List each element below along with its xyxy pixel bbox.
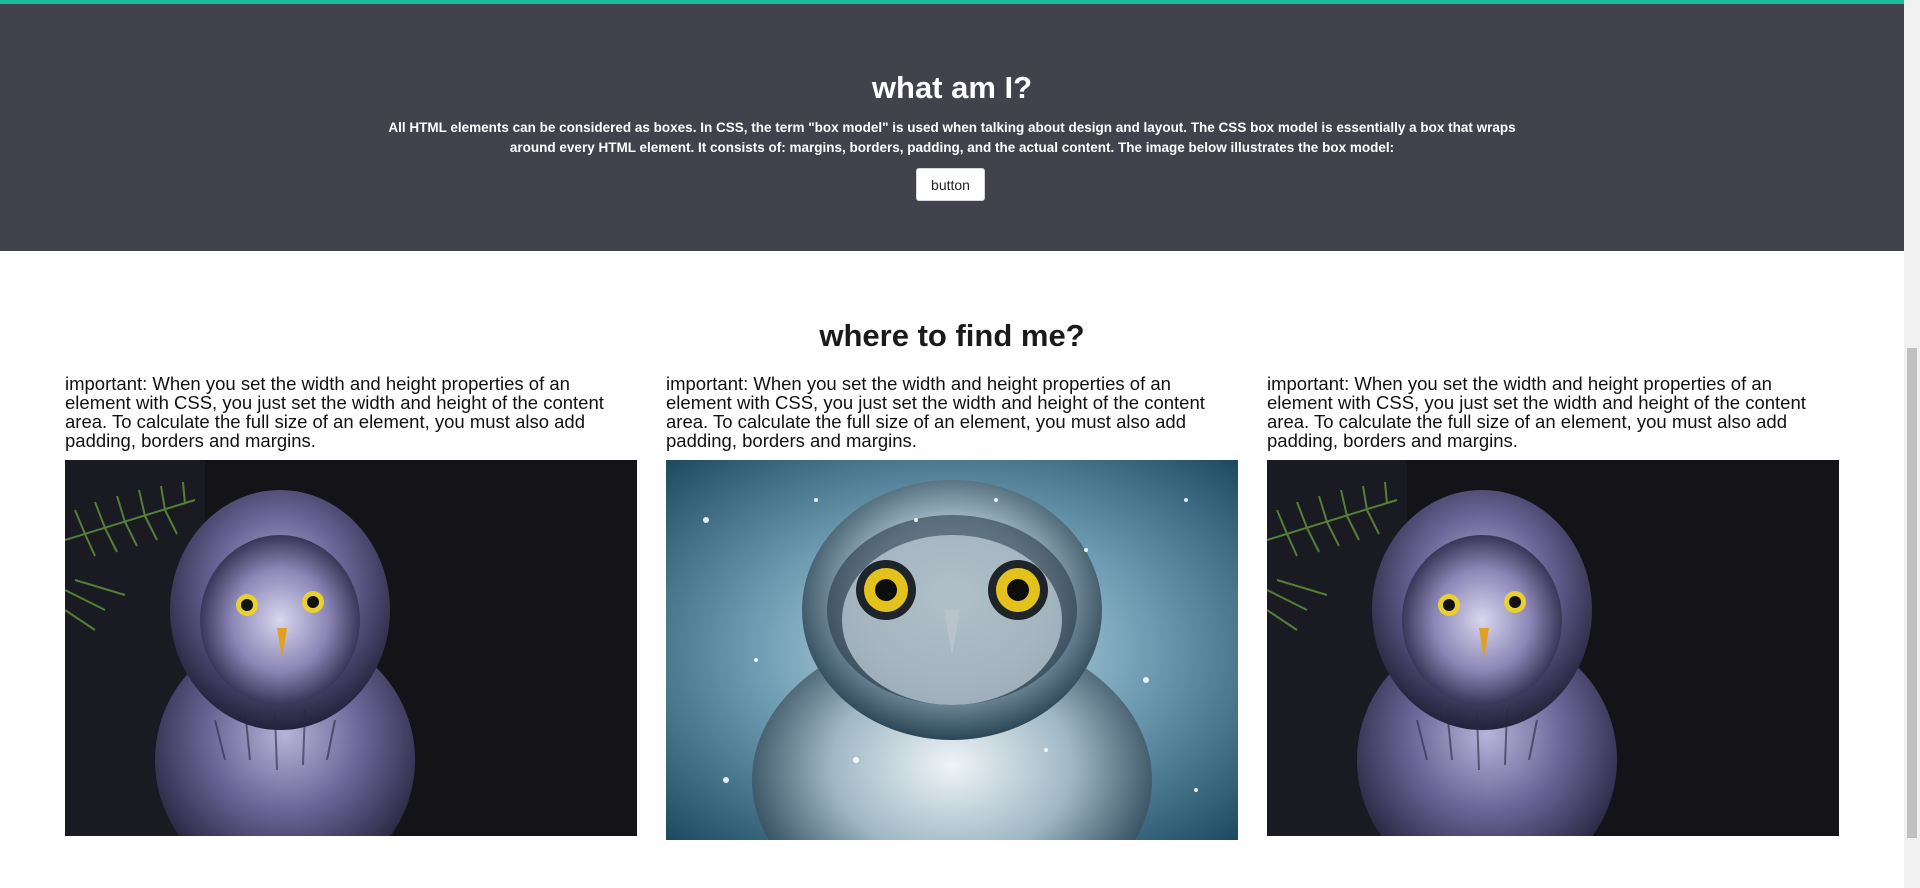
card-3: important: When you set the width and he…	[1267, 373, 1839, 836]
card-2: important: When you set the width and he…	[666, 373, 1238, 840]
hero-button[interactable]: button	[916, 168, 985, 201]
owl-image-dark	[1267, 460, 1839, 836]
hero-title: what am I?	[871, 70, 1033, 105]
scrollbar-thumb[interactable]	[1907, 348, 1917, 838]
find-section-title: where to find me?	[819, 318, 1085, 353]
hero-description: All HTML elements can be considered as b…	[388, 120, 1516, 155]
card-text: important: When you set the width and he…	[666, 373, 1205, 451]
hero-section: what am I? All HTML elements can be cons…	[0, 4, 1904, 251]
card-text: important: When you set the width and he…	[65, 373, 604, 451]
vertical-scrollbar[interactable]	[1904, 0, 1920, 888]
owl-image-blue	[666, 460, 1238, 840]
card-1: important: When you set the width and he…	[65, 373, 637, 836]
card-text: important: When you set the width and he…	[1267, 373, 1806, 451]
page: what am I? All HTML elements can be cons…	[0, 0, 1904, 888]
browser-viewport: what am I? All HTML elements can be cons…	[0, 0, 1920, 888]
owl-image-dark	[65, 460, 637, 836]
